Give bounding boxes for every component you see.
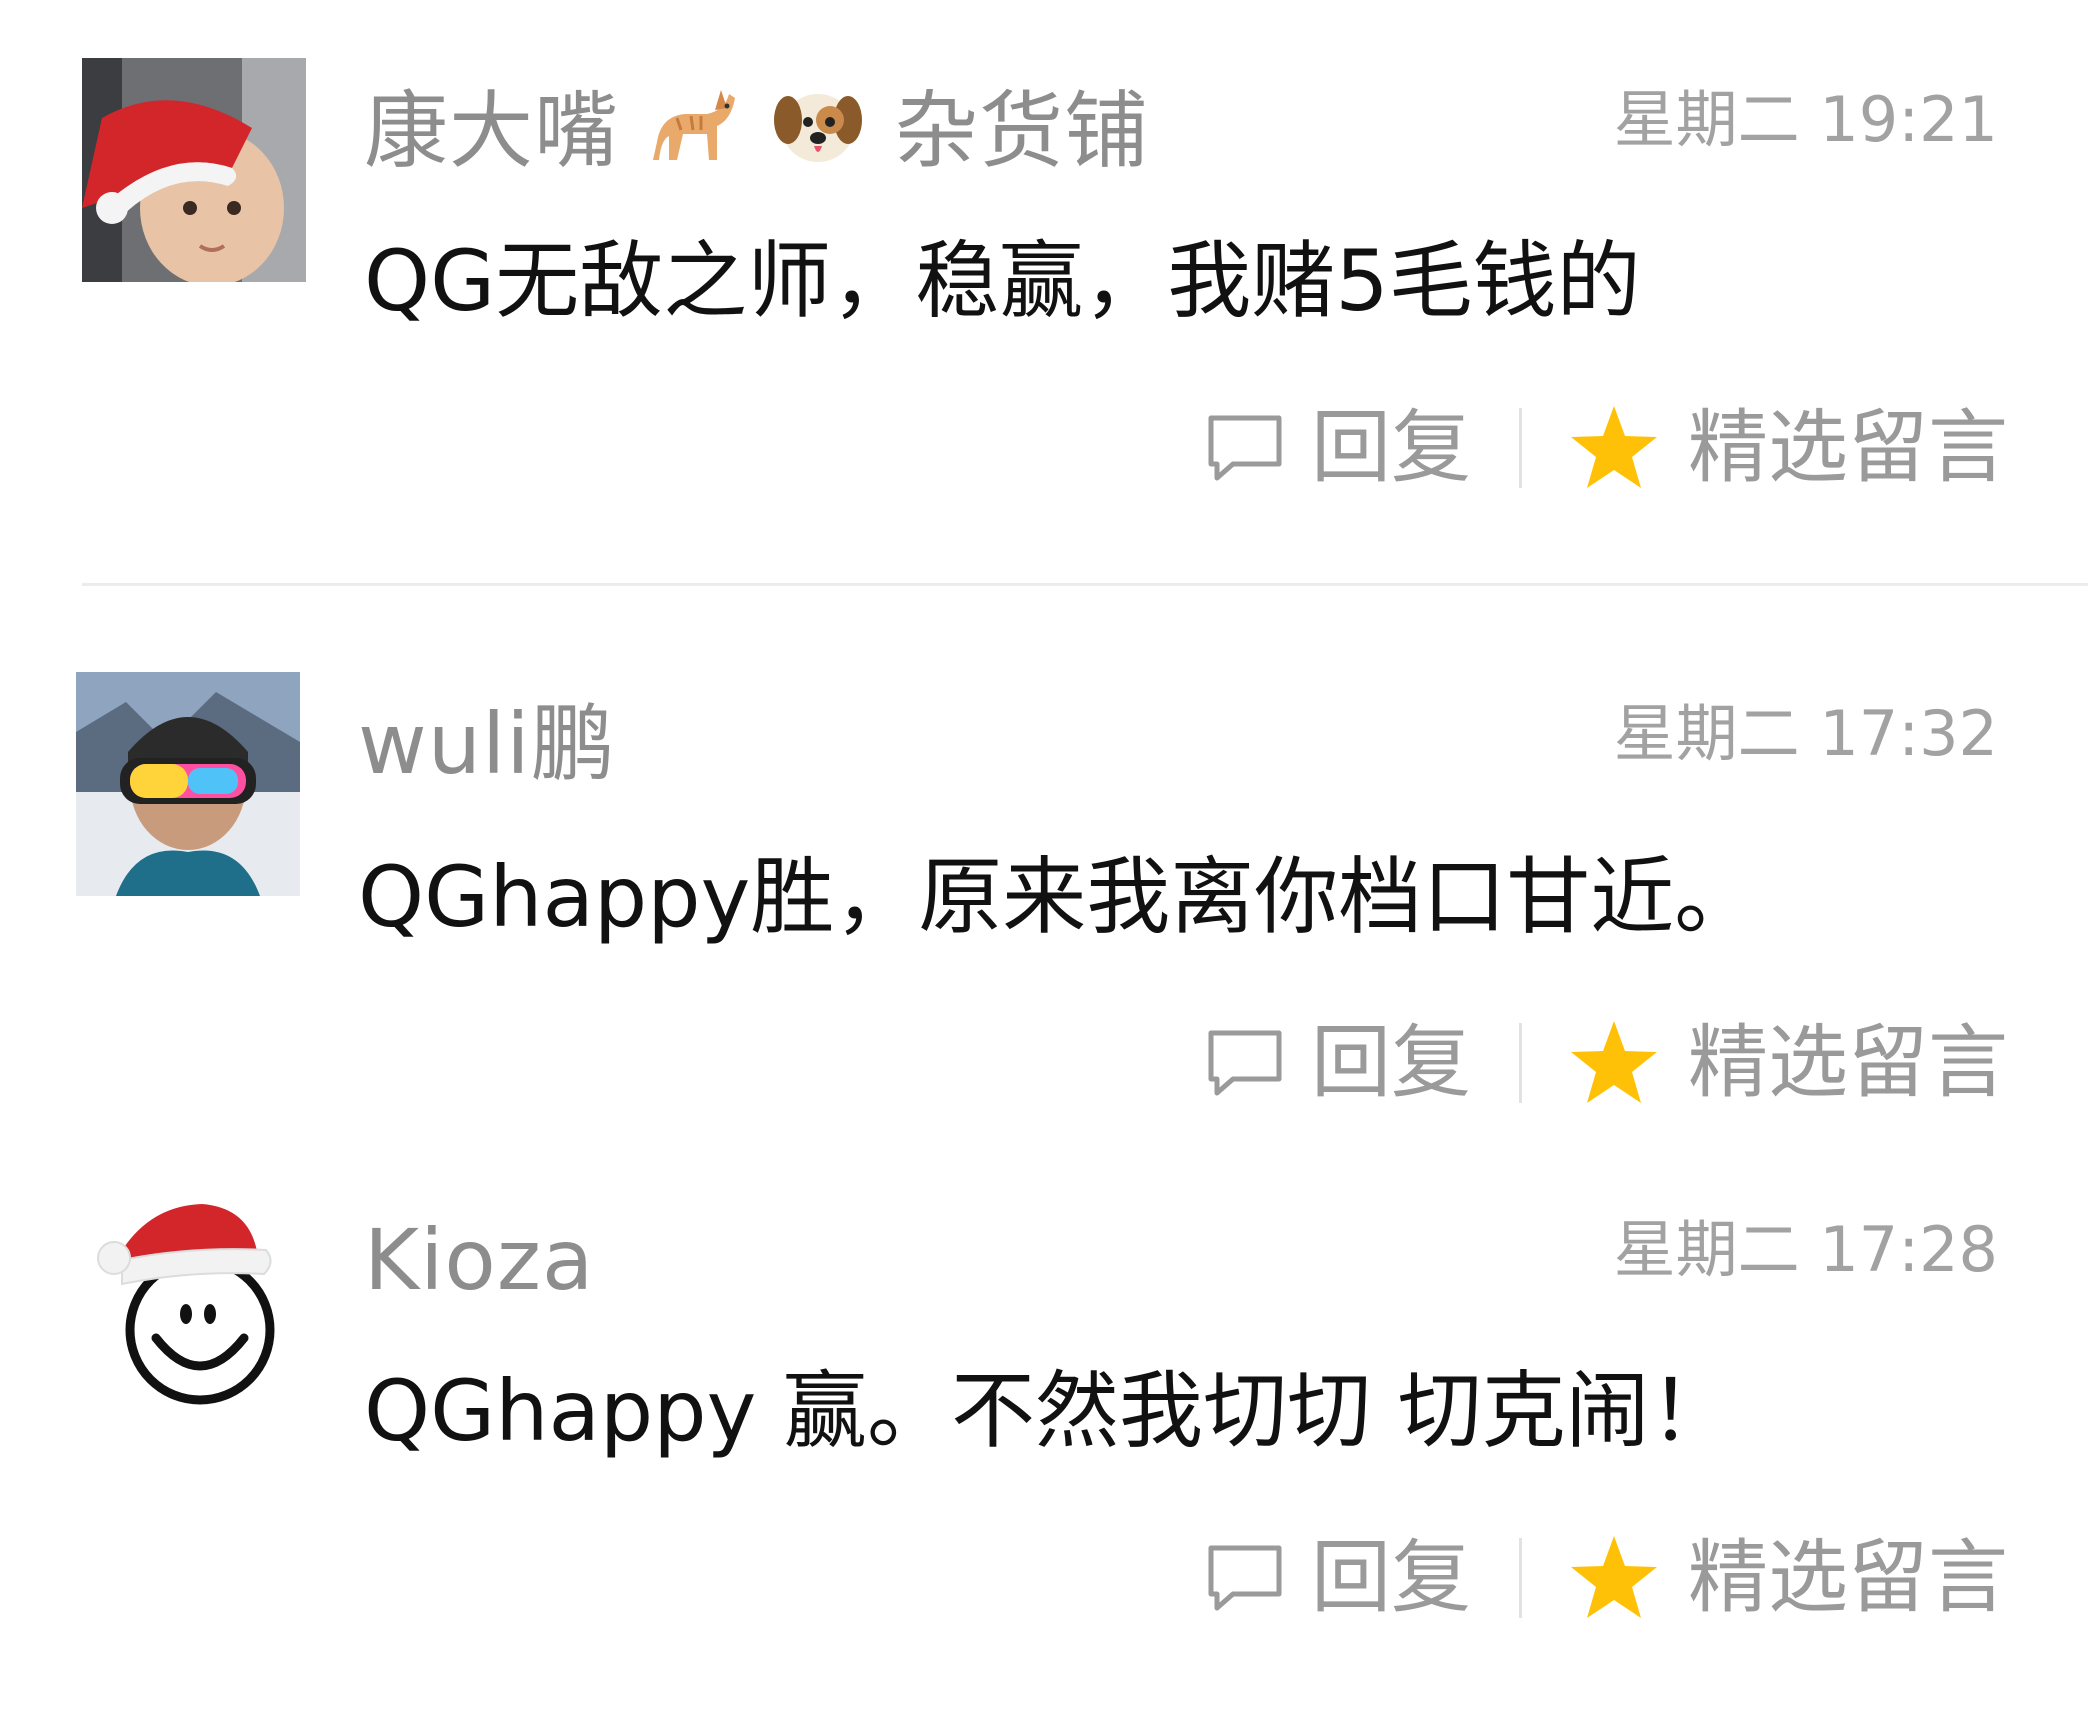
feature-comment-label: 精选留言 [1688,401,2008,494]
reply-icon [1208,1545,1282,1611]
feature-comment-button[interactable]: 精选留言 [1568,398,2008,498]
feature-comment-button[interactable]: 精选留言 [1568,1013,2008,1113]
comment-actions: 回复 精选留言 [1203,398,2008,498]
comment-content: QGhappy胜，原来我离你档口甘近。 [358,848,1759,946]
skier-goggles-avatar-icon [76,672,300,896]
nickname[interactable]: 康大嘴 杂货铺 [364,80,1149,181]
star-icon [1571,406,1657,488]
comment-time: 星期二 19:21 [1613,83,1998,156]
reply-label: 回复 [1311,1016,1471,1109]
comment-actions: 回复 精选留言 [1203,1528,2008,1628]
action-divider [1519,408,1522,488]
action-divider [1519,1023,1522,1103]
star-icon [1571,1021,1657,1103]
nickname-text: 康大嘴 [364,82,620,180]
reply-button[interactable]: 回复 [1203,1013,1471,1113]
comment-actions: 回复 精选留言 [1203,1013,2008,1113]
action-divider [1519,1538,1522,1618]
comment-time: 星期二 17:28 [1613,1213,1998,1286]
reply-icon [1208,415,1282,481]
star-icon [1571,1536,1657,1618]
feature-comment-label: 精选留言 [1688,1531,2008,1624]
reply-label: 回复 [1311,401,1471,494]
reply-button[interactable]: 回复 [1203,398,1471,498]
reply-icon [1208,1030,1282,1096]
comment-content: QGhappy 赢。不然我切切 切克闹！ [364,1362,1734,1460]
cat-icon [652,90,735,160]
avatar[interactable] [76,672,300,896]
reply-label: 回复 [1311,1531,1471,1624]
nickname-suffix: 杂货铺 [894,82,1150,180]
avatar[interactable] [82,58,306,282]
feature-comment-label: 精选留言 [1688,1016,2008,1109]
comment-time: 星期二 17:32 [1613,697,1998,770]
reply-button[interactable]: 回复 [1203,1528,1471,1628]
nickname[interactable]: wuli鹏 [358,694,616,794]
dog-face-icon [774,94,863,162]
baby-santa-hat-avatar-icon [82,58,306,282]
feature-comment-button[interactable]: 精选留言 [1568,1528,2008,1628]
comment-content: QG无敌之师，稳赢，我赌5毛钱的 [364,232,1641,330]
smiley-santa-hat-avatar-icon [97,1204,275,1405]
avatar[interactable] [82,1188,306,1412]
comment-separator [82,583,2088,586]
nickname[interactable]: Kioza [364,1210,594,1310]
